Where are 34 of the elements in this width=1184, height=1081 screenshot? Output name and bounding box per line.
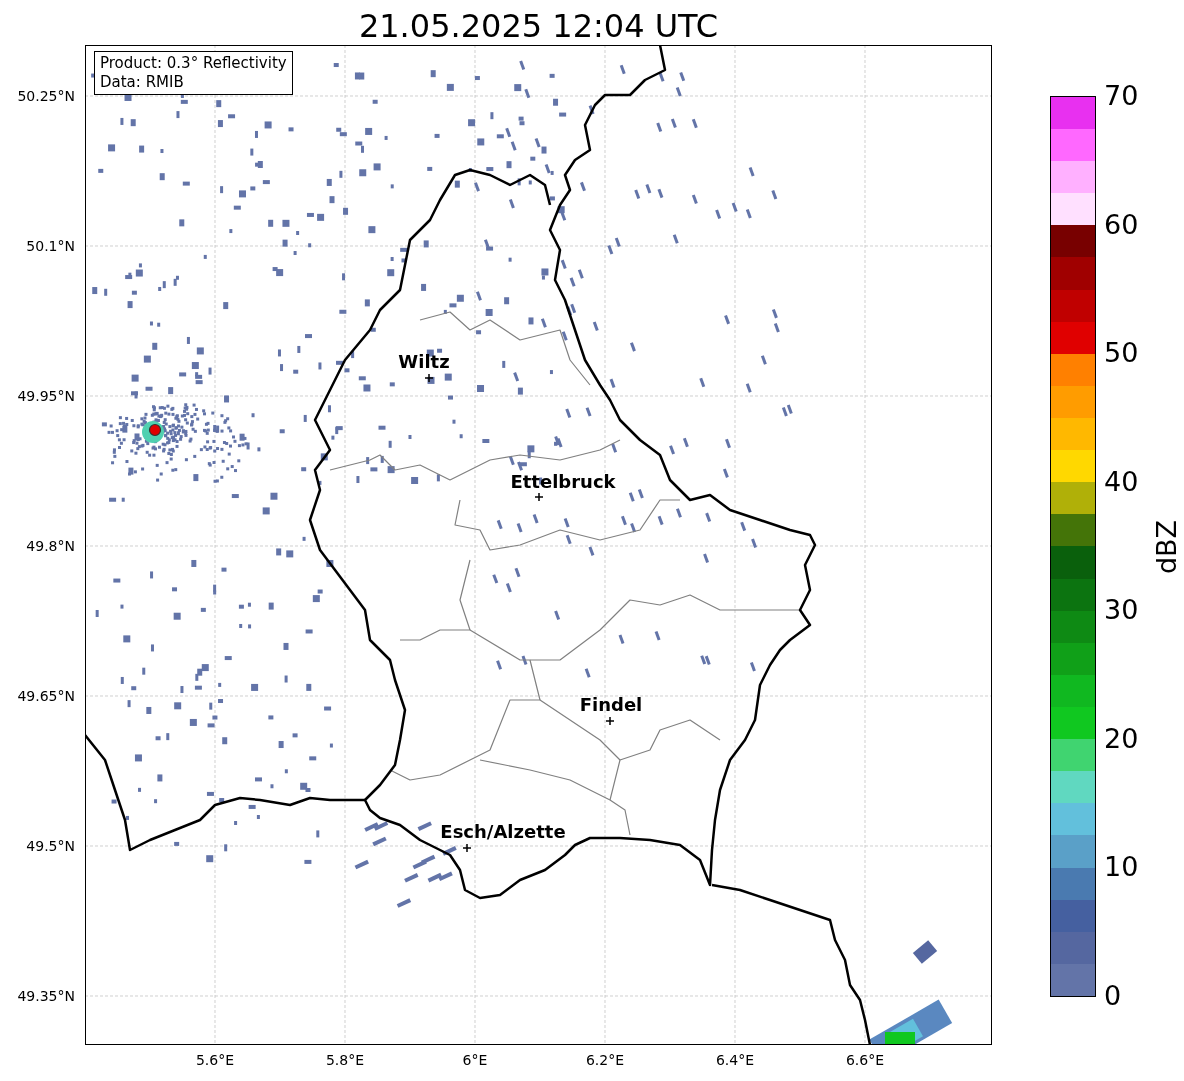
- scale-tick-label: 50: [1104, 338, 1139, 369]
- scale-unit-label: dBZ: [1152, 519, 1183, 575]
- longitude-label: 6.2°E: [585, 1052, 625, 1068]
- map-title: 21.05.2025 12:04 UTC: [357, 6, 720, 46]
- latitude-label: 49.65°N: [17, 688, 75, 704]
- latitude-label: 49.5°N: [26, 838, 75, 854]
- city-label: Findel: [579, 694, 643, 715]
- city-label: Wiltz: [398, 351, 450, 372]
- plus-icon: [534, 492, 544, 502]
- city-label: Esch/Alzette: [440, 821, 566, 842]
- latitude-label: 50.1°N: [26, 238, 75, 254]
- legend-text: Product: 0.3° Reflectivity: [100, 54, 287, 73]
- latitude-label: 50.25°N: [17, 88, 75, 104]
- radar-site-icon: [148, 423, 162, 437]
- scale-tick-label: 60: [1104, 209, 1139, 240]
- latitude-label: 49.8°N: [26, 538, 75, 554]
- plus-icon: [424, 373, 434, 383]
- scale-tick-label: 30: [1104, 595, 1139, 626]
- plus-icon: [462, 843, 472, 853]
- longitude-label: 6.6°E: [845, 1052, 885, 1068]
- longitude-label: 6.4°E: [715, 1052, 755, 1068]
- scale-tick-label: 70: [1104, 81, 1139, 111]
- longitude-label: 5.6°E: [195, 1052, 235, 1068]
- latitude-label: 49.35°N: [17, 988, 75, 1004]
- scale-tick-label: 0: [1104, 981, 1122, 1011]
- scale-tick-label: 20: [1104, 723, 1139, 754]
- scale-tick-label: 40: [1104, 466, 1139, 497]
- longitude-label: 6°E: [462, 1052, 488, 1068]
- latitude-label: 49.95°N: [17, 388, 75, 404]
- plus-icon: [605, 716, 615, 726]
- city-label: Ettelbruck: [510, 471, 616, 492]
- legend-text: Data: RMIB: [100, 73, 185, 92]
- scale-tick-label: 10: [1104, 852, 1139, 883]
- longitude-label: 5.8°E: [325, 1052, 365, 1068]
